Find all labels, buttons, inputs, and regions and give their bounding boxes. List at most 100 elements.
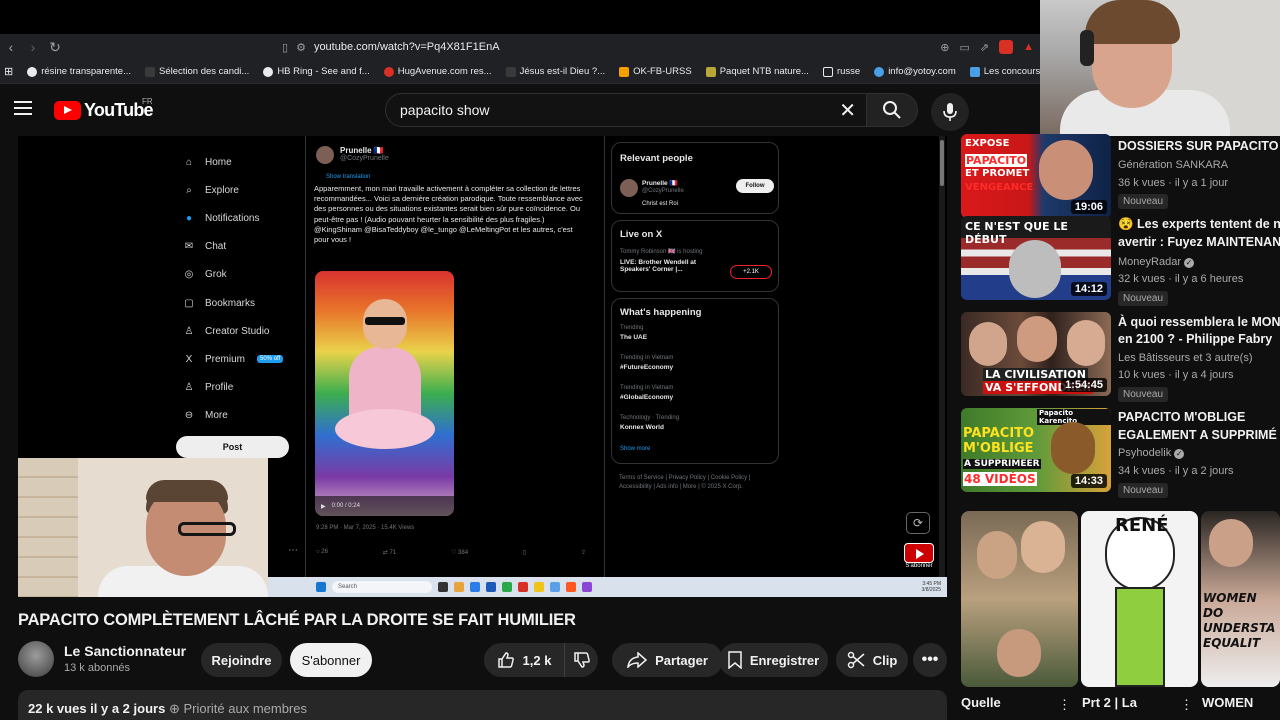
short-title[interactable]: Quelle — [961, 695, 1001, 710]
bookmark-item[interactable]: russe — [822, 66, 860, 77]
url-text[interactable]: youtube.com/watch?v=Pq4X81F1EnA — [314, 41, 500, 53]
bookmark-item[interactable]: Jésus est-il Dieu ?... — [505, 66, 606, 77]
video-thumbnail[interactable]: LA CIVILISATION VA S'EFFONDRER 1:54:45 — [961, 312, 1111, 396]
clear-search-icon[interactable]: ✕ — [839, 98, 856, 123]
like-count: 1,2 k — [522, 652, 552, 668]
microphone-icon — [943, 103, 957, 121]
recommended-title[interactable]: EGALEMENT A SUPPRIMÉ ... — [1118, 427, 1280, 444]
bookmark-item[interactable]: Paquet NTB nature... — [705, 66, 809, 77]
cast-icon[interactable]: ▭ — [959, 41, 969, 54]
thumbnail-text: M'OBLIGE — [963, 441, 1034, 456]
share-button[interactable]: Partager — [612, 643, 723, 677]
bookmark-item[interactable]: résine transparente... — [27, 66, 131, 77]
clip-button[interactable]: Clip — [836, 643, 908, 677]
recommended-title[interactable]: avertir : Fuyez MAINTENANT — [1118, 234, 1280, 251]
search-input[interactable]: papacito show — [400, 102, 490, 118]
like-button[interactable]: 1,2 k — [484, 643, 564, 677]
share-label: Partager — [655, 652, 708, 668]
recommended-title[interactable]: 😵 Les experts tentent de nous — [1118, 216, 1280, 233]
recommended-title[interactable]: À quoi ressemblera le MONDE — [1118, 314, 1280, 331]
person-handle: @CozyPrunelle — [642, 188, 684, 194]
home-icon: ⌂ — [185, 156, 193, 168]
short-title[interactable]: WOMEN — [1202, 695, 1253, 710]
more-vert-icon[interactable]: ⋮ — [1058, 697, 1071, 713]
rewards-icon[interactable]: ▲ — [1023, 41, 1034, 53]
recommended-meta: 34 k vues · il y a 2 jours — [1118, 465, 1234, 477]
subscribe-button[interactable]: S'abonner — [290, 643, 372, 677]
person-bio: Christ est Roi — [642, 201, 679, 207]
bookmark-star-icon[interactable]: ▯ — [282, 41, 288, 54]
windows-start-icon — [316, 582, 326, 592]
recommended-channel[interactable]: Les Bâtisseurs et 3 autre(s) — [1118, 352, 1253, 364]
recommended-channel[interactable]: MoneyRadar ✓ — [1118, 256, 1194, 268]
reload-icon[interactable]: ↻ — [44, 36, 66, 58]
forward-icon[interactable]: › — [22, 36, 44, 58]
apps-icon[interactable]: ⊞ — [4, 65, 13, 78]
media-controls: ▶ 0:00 / 0:24 — [315, 496, 454, 516]
bookmark-item[interactable]: OK-FB-URSS — [619, 66, 692, 77]
dislike-button[interactable] — [564, 643, 598, 677]
channel-avatar[interactable] — [18, 641, 54, 677]
channel-name[interactable]: Le Sanctionnateur — [64, 643, 186, 659]
bookmark-item[interactable]: Sélection des candi... — [145, 66, 249, 77]
recommended-title[interactable]: PAPACITO M'OBLIGE — [1118, 409, 1280, 426]
bookmark-item[interactable]: info@yotoy.com — [874, 66, 956, 77]
recommended-title[interactable]: en 2100 ? - Philippe Fabry — [1118, 331, 1280, 348]
subscribe-watermark[interactable]: S'abonner — [902, 543, 936, 575]
x-nav-item: ⌕ Explore — [183, 176, 303, 204]
video-player[interactable]: ⌂ Home ⌕ Explore ● Notifications ✉ Chat ◎ Gro… — [18, 136, 947, 597]
thumbnail-text: PAPACITO — [965, 154, 1028, 167]
avatar — [620, 179, 638, 197]
join-button[interactable]: Rejoindre — [201, 643, 282, 677]
scrollbar-thumb — [940, 140, 944, 186]
video-thumbnail[interactable]: PAPACITO M'OBLIGE A SUPPRIMEER 48 VIDÉOS… — [961, 408, 1111, 492]
recommended-video[interactable]: EXPOSE PAPACITO ET PROMET VENGEANCE 19:0… — [961, 134, 1280, 222]
voice-search-button[interactable] — [931, 93, 969, 131]
back-icon[interactable]: ‹ — [0, 36, 22, 58]
short-thumbnail[interactable]: RENÉ — [1081, 511, 1198, 687]
taskbar-search: Search — [332, 581, 432, 593]
premium-badge: 50% off — [257, 355, 284, 364]
x-post-button: Post — [176, 436, 289, 458]
bookmark-icon — [383, 66, 394, 77]
more-vert-icon[interactable]: ⋮ — [1180, 697, 1193, 713]
site-info-icon[interactable]: ⚙ — [296, 41, 306, 54]
bookmark-label: OK-FB-URSS — [633, 66, 692, 77]
zoom-icon[interactable]: ⊕ — [940, 41, 949, 54]
bookmark-item[interactable]: Les concours d'aute... — [969, 66, 1040, 77]
share-icon[interactable]: ⇗ — [980, 41, 989, 54]
bookmark-item[interactable]: HugAvenue.com res... — [383, 66, 492, 77]
card-title: What's happening — [620, 307, 702, 318]
short-thumbnail-text: RENÉ — [1115, 515, 1169, 536]
taskbar-clock: 3:45 PM 3/8/2025 — [921, 581, 941, 593]
taskbar-app-icon — [470, 582, 480, 592]
bookmark-label: Jésus est-il Dieu ?... — [519, 66, 606, 77]
recommended-video[interactable]: CE N'EST QUE LE DÉBUT 14:12 😵 Les expert… — [961, 216, 1280, 306]
repost-count: ⇄ 71 — [382, 550, 397, 556]
x-nav-label: Creator Studio — [205, 325, 270, 337]
short-title[interactable]: Prt 2 | La — [1082, 695, 1137, 710]
bookmark-item[interactable]: HB Ring - See and f... — [263, 66, 370, 77]
recommended-video[interactable]: PAPACITO M'OBLIGE A SUPPRIMEER 48 VIDÉOS… — [961, 408, 1280, 498]
save-button[interactable]: Enregistrer — [719, 643, 828, 677]
recommended-channel[interactable]: Psyhodelik ✓ — [1118, 447, 1185, 459]
recommended-channel[interactable]: Génération SANKARA — [1118, 159, 1228, 171]
video-thumbnail[interactable]: CE N'EST QUE LE DÉBUT 14:12 — [961, 216, 1111, 300]
members-priority: ⊕ Priorité aux membres — [168, 701, 307, 716]
recommended-title[interactable]: DOSSIERS SUR PAPACITO et — [1118, 138, 1280, 155]
brave-shield-icon[interactable] — [999, 40, 1014, 54]
menu-icon[interactable] — [14, 101, 32, 115]
search-button[interactable] — [866, 93, 918, 127]
trend-label: Trending — [620, 325, 644, 331]
video-thumbnail[interactable]: EXPOSE PAPACITO ET PROMET VENGEANCE 19:0… — [961, 134, 1111, 218]
youtube-logo[interactable]: YouTube — [54, 100, 154, 121]
short-thumbnail-text: WOMEN DO UNDERSTA EQUALIT — [1203, 591, 1276, 650]
more-actions-button[interactable]: ••• — [913, 643, 947, 677]
address-bar[interactable]: ▯ ⚙ youtube.com/watch?v=Pq4X81F1EnA — [74, 36, 940, 58]
short-thumbnail[interactable]: WOMEN DO UNDERSTA EQUALIT — [1201, 511, 1280, 687]
description-box[interactable]: 22 k vues il y a 2 jours ⊕ Priorité aux … — [18, 690, 947, 720]
short-thumbnail[interactable] — [961, 511, 1078, 687]
search-box[interactable]: papacito show ✕ — [385, 93, 867, 127]
thumbs-up-icon — [497, 652, 514, 668]
recommended-video[interactable]: LA CIVILISATION VA S'EFFONDRER 1:54:45 À… — [961, 312, 1280, 402]
